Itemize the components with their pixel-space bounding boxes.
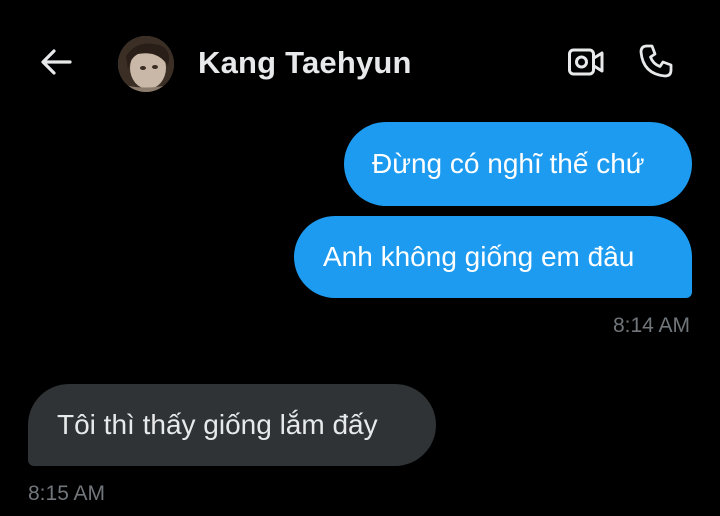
message-text: Đừng có nghĩ thế chứ bbox=[372, 148, 645, 179]
voice-call-button[interactable] bbox=[636, 43, 676, 83]
conversation-header: Kang Taehyun bbox=[0, 0, 720, 130]
avatar-photo bbox=[118, 36, 174, 92]
message-bubble-sent[interactable]: Đừng có nghĩ thế chứ bbox=[344, 122, 692, 206]
video-call-button[interactable] bbox=[566, 44, 606, 84]
message-bubble-received[interactable]: Tôi thì thấy giống lắm đấy bbox=[28, 384, 436, 466]
message-bubble-sent[interactable]: Anh không giống em đâu bbox=[294, 216, 692, 298]
arrow-left-icon bbox=[39, 48, 73, 81]
message-text: Tôi thì thấy giống lắm đấy bbox=[57, 409, 378, 440]
video-camera-icon bbox=[567, 47, 605, 82]
message-timestamp: 8:15 AM bbox=[28, 482, 106, 505]
phone-icon bbox=[638, 43, 674, 84]
back-button[interactable] bbox=[36, 44, 76, 84]
contact-name[interactable]: Kang Taehyun bbox=[198, 45, 412, 81]
avatar[interactable] bbox=[118, 36, 174, 92]
message-text: Anh không giống em đâu bbox=[323, 241, 635, 272]
message-timestamp: 8:14 AM bbox=[612, 314, 690, 337]
